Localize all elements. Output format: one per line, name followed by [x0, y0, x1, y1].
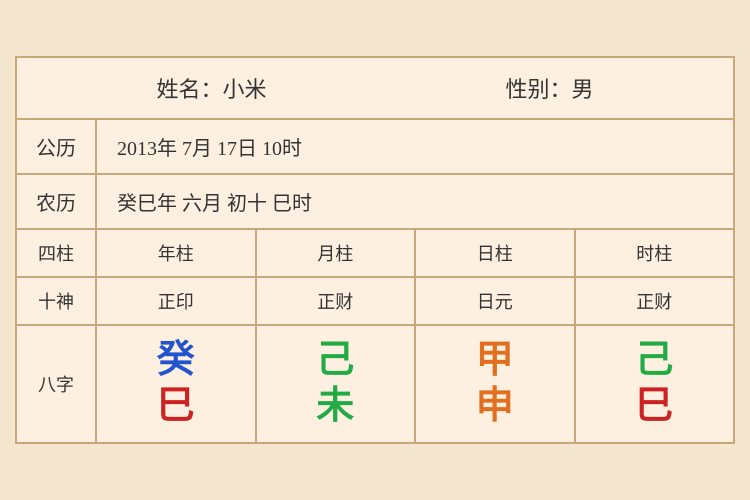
- name-label: 姓名：小米: [156, 72, 266, 104]
- bazi-bottom-3: 巳: [635, 386, 673, 428]
- sizhu-label: 四柱: [17, 230, 97, 276]
- bazi-bottom-2: 申: [476, 386, 514, 428]
- bazi-col-0: 癸 巳: [97, 326, 257, 442]
- bazi-row: 八字 癸 巳 己 未 甲 申 己 巳: [17, 326, 733, 442]
- bazi-top-0: 癸: [157, 340, 195, 382]
- bazi-label: 八字: [17, 326, 97, 442]
- shishen-col-3: 正财: [576, 278, 734, 324]
- header-row: 姓名：小米 性别：男: [17, 58, 733, 120]
- bazi-bottom-1: 未: [316, 386, 354, 428]
- lunar-row: 农历 癸巳年 六月 初十 巳时: [17, 175, 733, 230]
- solar-row: 公历 2013年 7月 17日 10时: [17, 120, 733, 175]
- shishen-label: 十神: [17, 278, 97, 324]
- sizhu-col-3: 时柱: [576, 230, 734, 276]
- bazi-bottom-0: 巳: [157, 386, 195, 428]
- lunar-label: 农历: [17, 175, 97, 228]
- bazi-top-2: 甲: [476, 340, 514, 382]
- solar-label: 公历: [17, 120, 97, 173]
- bazi-col-2: 甲 申: [416, 326, 576, 442]
- sizhu-col-1: 月柱: [257, 230, 417, 276]
- shishen-col-2: 日元: [416, 278, 576, 324]
- sizhu-row: 四柱 年柱 月柱 日柱 时柱: [17, 230, 733, 278]
- bazi-top-1: 己: [316, 340, 354, 382]
- bazi-col-3: 己 巳: [576, 326, 734, 442]
- solar-value: 2013年 7月 17日 10时: [97, 120, 733, 173]
- bazi-top-3: 己: [635, 340, 673, 382]
- bazi-col-1: 己 未: [257, 326, 417, 442]
- shishen-row: 十神 正印 正财 日元 正财: [17, 278, 733, 326]
- shishen-col-0: 正印: [97, 278, 257, 324]
- gender-label: 性别：男: [505, 72, 593, 104]
- shishen-col-1: 正财: [257, 278, 417, 324]
- main-container: 姓名：小米 性别：男 公历 2013年 7月 17日 10时 农历 癸巳年 六月…: [15, 56, 735, 444]
- sizhu-col-2: 日柱: [416, 230, 576, 276]
- lunar-value: 癸巳年 六月 初十 巳时: [97, 175, 733, 228]
- sizhu-col-0: 年柱: [97, 230, 257, 276]
